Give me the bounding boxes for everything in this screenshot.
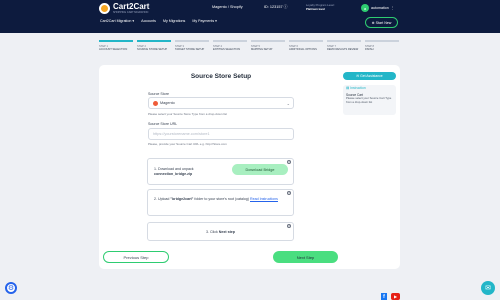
step-bar (365, 40, 399, 42)
step-target-store-setup: STEP 3 TARGET STORE SETUP (175, 40, 209, 51)
help-icon[interactable]: ? (287, 160, 291, 164)
get-assistance-label: Get Assistance (360, 74, 383, 78)
avatar: a (361, 4, 369, 12)
url-placeholder: https://yourstorename.com/store1 (153, 132, 210, 136)
step-bar (99, 40, 133, 42)
step-entities-selection: STEP 4 ENTITIES SELECTION (213, 40, 247, 51)
step-title: ENTITIES SELECTION (213, 47, 241, 51)
upload-bridge-step: ? 2. Upload "bridge2cart" folder to your… (147, 189, 294, 216)
help-icon[interactable]: ? (287, 224, 291, 228)
next-step-instruction: ? 3. Click Next step (147, 222, 294, 241)
chevron-down-icon: ⌄ (286, 101, 290, 106)
step-title: MAPPING SETUP (251, 47, 273, 51)
loyalty-info: Loyalty Program Level: Platinum level (306, 3, 335, 11)
read-instructions-link[interactable]: Read Instructions (250, 197, 278, 201)
step-title: ADDITIONAL OPTIONS (289, 47, 317, 51)
nav-my-migrations[interactable]: My Migrations (163, 19, 185, 23)
top-header: Cart2Cart SHOPPING CART MIGRATION Cart2C… (0, 0, 500, 33)
step-bar (175, 40, 209, 42)
migration-id[interactable]: ID: 123157 ⓘ (264, 5, 287, 10)
step-title: ACCOUNT SELECTION (99, 47, 128, 51)
source-store-label: Source Store (148, 92, 169, 96)
help-icon[interactable]: ? (287, 191, 291, 195)
instruction-text: Please select your Source Cart Type from… (346, 96, 392, 104)
step-source-store-setup: STEP 2 SOURCE STORE SETUP (137, 40, 171, 51)
nav-my-payments[interactable]: My Payments ▾ (192, 19, 217, 23)
user-menu[interactable]: a automation ⋮ (361, 4, 394, 12)
get-assistance-button[interactable]: ✉ Get Assistance (343, 72, 396, 80)
youtube-icon[interactable]: ▶ (391, 293, 400, 300)
step3-bold: Next step (218, 230, 235, 234)
instruction-panel: ▤ Instruction Source Cart Please select … (343, 85, 396, 115)
step3-text: 3. Click (206, 230, 219, 234)
progress-steps: STEP 1 ACCOUNT SELECTION STEP 2 SOURCE S… (99, 40, 399, 51)
source-store-value: Magento (160, 101, 175, 105)
step-additional-options: STEP 6 ADDITIONAL OPTIONS (289, 40, 323, 51)
start-new-button[interactable]: ⊕ Start New (365, 17, 398, 28)
download-bridge-button[interactable]: Download Bridge (232, 164, 288, 175)
start-new-label: Start New (375, 20, 392, 25)
bridge-download-step: ? 1. Download and unpack connection_brid… (147, 158, 294, 185)
main-nav: Cart2Cart Migration ▾ Accounts My Migrat… (100, 19, 217, 23)
logo-text: Cart2Cart (113, 2, 150, 11)
step2-text-a: 2. Upload (154, 197, 171, 201)
url-label: Source Store URL (148, 122, 178, 126)
step-bar (327, 40, 361, 42)
more-icon: ⋮ (390, 6, 395, 10)
magento-icon (153, 100, 158, 106)
source-url-input[interactable]: https://yourstorename.com/store1 (148, 128, 294, 140)
chat-bubble-icon[interactable]: ✉ (481, 281, 495, 295)
step-bar (289, 40, 323, 42)
step2-text-b: folder to your store's root (catalog) (193, 197, 250, 201)
step-title: TARGET STORE SETUP (175, 47, 205, 51)
step-mapping-setup: STEP 5 MAPPING SETUP (251, 40, 285, 51)
logo-subtitle: SHOPPING CART MIGRATION (113, 11, 149, 14)
instruction-header[interactable]: ▤ Instruction (346, 86, 393, 91)
settings-gear-icon[interactable]: ⚙ (5, 282, 17, 294)
upload-instruction: 2. Upload "bridge2cart" folder to your s… (154, 197, 289, 202)
url-hint: Please, provide your Source Cart URL e.g… (148, 142, 227, 146)
source-store-select[interactable]: Magento ⌄ (148, 97, 294, 109)
nav-accounts[interactable]: Accounts (141, 19, 156, 23)
next-step-button[interactable]: Next Step (273, 251, 338, 263)
facebook-icon[interactable]: f (381, 293, 387, 300)
username: automation (371, 6, 389, 10)
instruction-header-label: Instruction (350, 86, 366, 90)
previous-step-button[interactable]: Previous Step (103, 251, 169, 263)
step-title: FINISH (365, 47, 374, 51)
step-bar (137, 40, 171, 42)
loyalty-value: Platinum level (306, 6, 325, 11)
setup-card: Source Store Setup ✉ Get Assistance ▤ In… (99, 65, 400, 269)
step-bar (213, 40, 247, 42)
step-finish: STEP 8 FINISH (365, 40, 399, 51)
step1-file: connection_bridge.zip (154, 171, 193, 176)
step2-bold: "bridge2cart" (170, 197, 194, 201)
step3-line: 3. Click Next step (148, 230, 293, 234)
social-links: f ▶ (381, 293, 400, 300)
step-title: DEMO RESULTS REVIEW (327, 47, 359, 51)
source-store-hint: Please select your Source Store Type fro… (148, 112, 227, 116)
logo-mark-icon (99, 3, 110, 14)
step-title: SOURCE STORE SETUP (137, 47, 168, 51)
page-title: Source Store Setup (190, 73, 252, 80)
download-instruction: 1. Download and unpack connection_bridge… (154, 167, 194, 176)
migration-pair: Magento / Shopify (212, 5, 243, 9)
step-account-selection: STEP 1 ACCOUNT SELECTION (99, 40, 133, 51)
nav-migration[interactable]: Cart2Cart Migration ▾ (100, 19, 134, 23)
logo[interactable]: Cart2Cart SHOPPING CART MIGRATION (99, 3, 149, 14)
step-demo-results-review: STEP 7 DEMO RESULTS REVIEW (327, 40, 361, 51)
step-bar (251, 40, 285, 42)
